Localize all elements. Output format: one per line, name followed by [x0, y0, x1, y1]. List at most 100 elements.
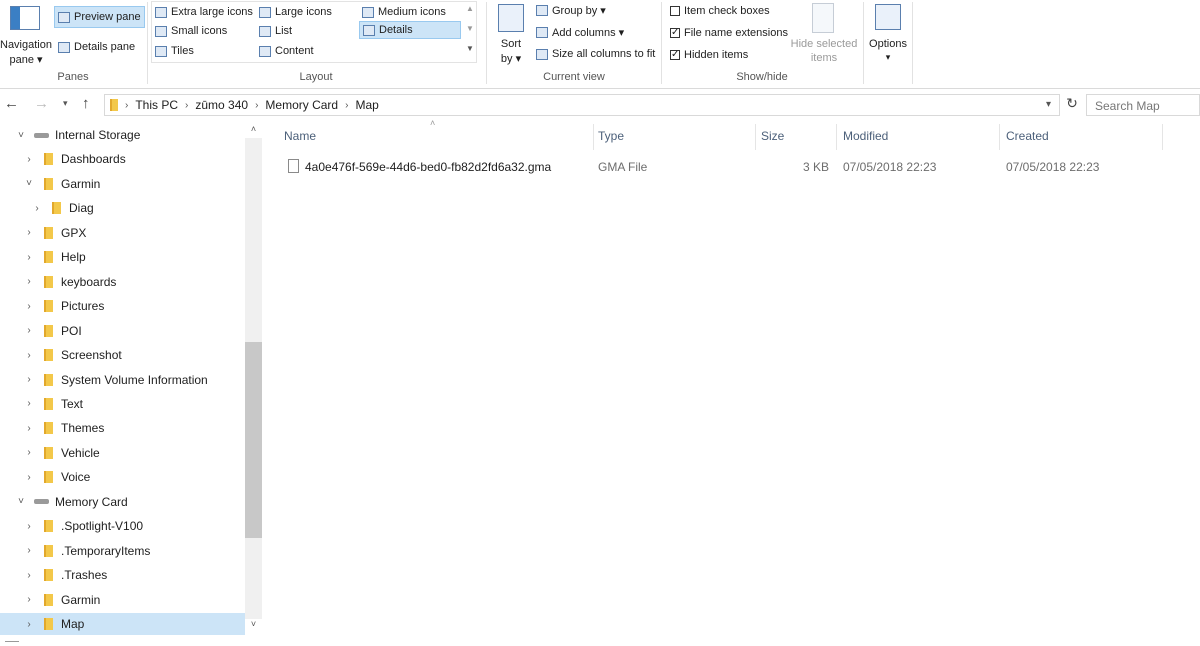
nav-item[interactable]: › Dashboards: [0, 148, 245, 170]
nav-item[interactable]: › .TemporaryItems: [0, 540, 245, 562]
breadcrumb-memory-card[interactable]: Memory Card: [265, 98, 338, 112]
chevron-right-icon[interactable]: ›: [24, 154, 34, 165]
chevron-right-icon[interactable]: ›: [24, 325, 34, 336]
group-by-button[interactable]: Group by ▾: [536, 2, 606, 18]
nav-item[interactable]: › Diag: [0, 197, 245, 219]
chevron-right-icon[interactable]: ›: [24, 276, 34, 287]
large-icons-option[interactable]: Large icons: [259, 4, 332, 20]
details-option[interactable]: Details: [359, 21, 461, 39]
tiles-option[interactable]: Tiles: [155, 43, 194, 59]
nav-item[interactable]: › .Trashes: [0, 564, 245, 586]
chevron-right-icon[interactable]: ›: [24, 570, 34, 581]
medium-icons-option[interactable]: Medium icons: [362, 4, 446, 20]
chevron-right-icon[interactable]: ›: [24, 594, 34, 605]
content-option[interactable]: Content: [259, 43, 314, 59]
hide-selected-items-label: Hide selected: [790, 38, 858, 50]
nav-item[interactable]: › Pictures: [0, 295, 245, 317]
refresh-icon[interactable]: ↻: [1061, 95, 1083, 117]
chevron-right-icon[interactable]: ›: [24, 374, 34, 385]
layout-scroll-down-icon[interactable]: ▼: [466, 24, 474, 33]
add-columns-button[interactable]: Add columns ▾: [536, 24, 624, 40]
chevron-right-icon[interactable]: ›: [24, 545, 34, 556]
chevron-right-icon[interactable]: ›: [24, 301, 34, 312]
chevron-right-icon[interactable]: ›: [24, 252, 34, 263]
size-all-columns-button[interactable]: Size all columns to fit: [536, 46, 655, 62]
back-icon[interactable]: ←: [4, 95, 19, 112]
file-name-extensions-toggle[interactable]: ✓ File name extensions: [670, 25, 788, 41]
column-divider[interactable]: [999, 124, 1000, 150]
breadcrumb-map[interactable]: Map: [355, 98, 378, 112]
chevron-right-icon[interactable]: ›: [32, 203, 42, 214]
nav-item[interactable]: ˅ Garmin: [0, 173, 245, 195]
chevron-right-icon[interactable]: ›: [24, 227, 34, 238]
nav-item[interactable]: › POI: [0, 320, 245, 342]
small-icons-option[interactable]: Small icons: [155, 23, 227, 39]
chevron-right-icon[interactable]: ›: [24, 472, 34, 483]
hide-selected-items-button[interactable]: Hide selected items: [788, 2, 860, 66]
nav-item[interactable]: › keyboards: [0, 271, 245, 293]
scroll-up-icon[interactable]: ˄: [245, 124, 262, 138]
nav-item[interactable]: › System Volume Information: [0, 369, 245, 391]
hidden-items-checkbox[interactable]: ✓: [670, 50, 680, 60]
details-pane-button[interactable]: Details pane: [58, 39, 135, 55]
column-header-created[interactable]: Created: [1006, 129, 1049, 143]
search-input[interactable]: Search Map: [1095, 99, 1160, 113]
column-header-type[interactable]: Type: [598, 129, 624, 143]
nav-item[interactable]: › Map: [0, 613, 245, 635]
navigation-pane-button[interactable]: Navigation pane ▾: [0, 4, 52, 66]
file-name-extensions-checkbox[interactable]: ✓: [670, 28, 680, 38]
layout-scroll-up-icon[interactable]: ▲: [466, 4, 474, 13]
preview-pane-button[interactable]: Preview pane: [54, 6, 145, 28]
scroll-down-icon[interactable]: ˅: [245, 619, 262, 637]
nav-item[interactable]: ˅ Memory Card: [0, 491, 245, 513]
chevron-down-icon[interactable]: ˅: [16, 496, 26, 507]
breadcrumb-this-pc[interactable]: This PC: [135, 98, 178, 112]
item-check-boxes-toggle[interactable]: Item check boxes: [670, 3, 770, 19]
item-check-boxes-checkbox[interactable]: [670, 6, 680, 16]
sort-by-button[interactable]: Sort by ▾: [492, 2, 530, 66]
search-box[interactable]: Search Map: [1086, 94, 1200, 116]
options-button[interactable]: Options ▾: [866, 2, 910, 66]
chevron-right-icon[interactable]: ›: [24, 398, 34, 409]
list-option[interactable]: List: [259, 23, 292, 39]
nav-scrollbar[interactable]: ˄ ˅: [245, 124, 262, 637]
nav-item-label: .TemporaryItems: [61, 543, 151, 558]
column-header-name[interactable]: Name: [284, 129, 316, 143]
column-divider[interactable]: [836, 124, 837, 150]
chevron-right-icon[interactable]: ›: [24, 619, 34, 630]
hidden-items-toggle[interactable]: ✓ Hidden items: [670, 47, 748, 63]
chevron-right-icon[interactable]: ›: [24, 447, 34, 458]
nav-item[interactable]: › Voice: [0, 466, 245, 488]
forward-icon[interactable]: →: [34, 95, 49, 112]
column-header-size[interactable]: Size: [761, 129, 784, 143]
column-divider[interactable]: [1162, 124, 1163, 150]
nav-item[interactable]: › Text: [0, 393, 245, 415]
nav-item[interactable]: › Vehicle: [0, 442, 245, 464]
nav-item[interactable]: › Help: [0, 246, 245, 268]
chevron-right-icon[interactable]: ›: [24, 521, 34, 532]
chevron-right-icon[interactable]: ›: [24, 423, 34, 434]
nav-item-label: Vehicle: [61, 445, 100, 460]
nav-item[interactable]: › GPX: [0, 222, 245, 244]
chevron-right-icon[interactable]: ›: [24, 350, 34, 361]
extra-large-icons-option[interactable]: Extra large icons: [155, 4, 253, 20]
scroll-thumb[interactable]: [245, 342, 262, 538]
folder-icon: [44, 446, 53, 459]
hide-selected-items-icon: [812, 3, 834, 33]
layout-expand-icon[interactable]: ▼: [466, 44, 474, 53]
nav-item[interactable]: › .Spotlight-V100: [0, 515, 245, 537]
breadcrumb-zumo-340[interactable]: zūmo 340: [195, 98, 248, 112]
nav-item[interactable]: › Themes: [0, 417, 245, 439]
chevron-down-icon[interactable]: ˅: [16, 130, 26, 141]
address-bar[interactable]: › This PC › zūmo 340 › Memory Card › Map…: [104, 94, 1060, 116]
address-dropdown-icon[interactable]: ▾: [1046, 99, 1051, 110]
recent-locations-icon[interactable]: ▾: [63, 98, 68, 109]
chevron-down-icon[interactable]: ˅: [24, 178, 34, 189]
up-icon[interactable]: ↑: [82, 95, 90, 112]
nav-item[interactable]: › Screenshot: [0, 344, 245, 366]
column-divider[interactable]: [755, 124, 756, 150]
column-divider[interactable]: [593, 124, 594, 150]
nav-item[interactable]: › Garmin: [0, 589, 245, 611]
column-header-modified[interactable]: Modified: [843, 129, 888, 143]
nav-item[interactable]: ˅ Internal Storage: [0, 124, 245, 146]
